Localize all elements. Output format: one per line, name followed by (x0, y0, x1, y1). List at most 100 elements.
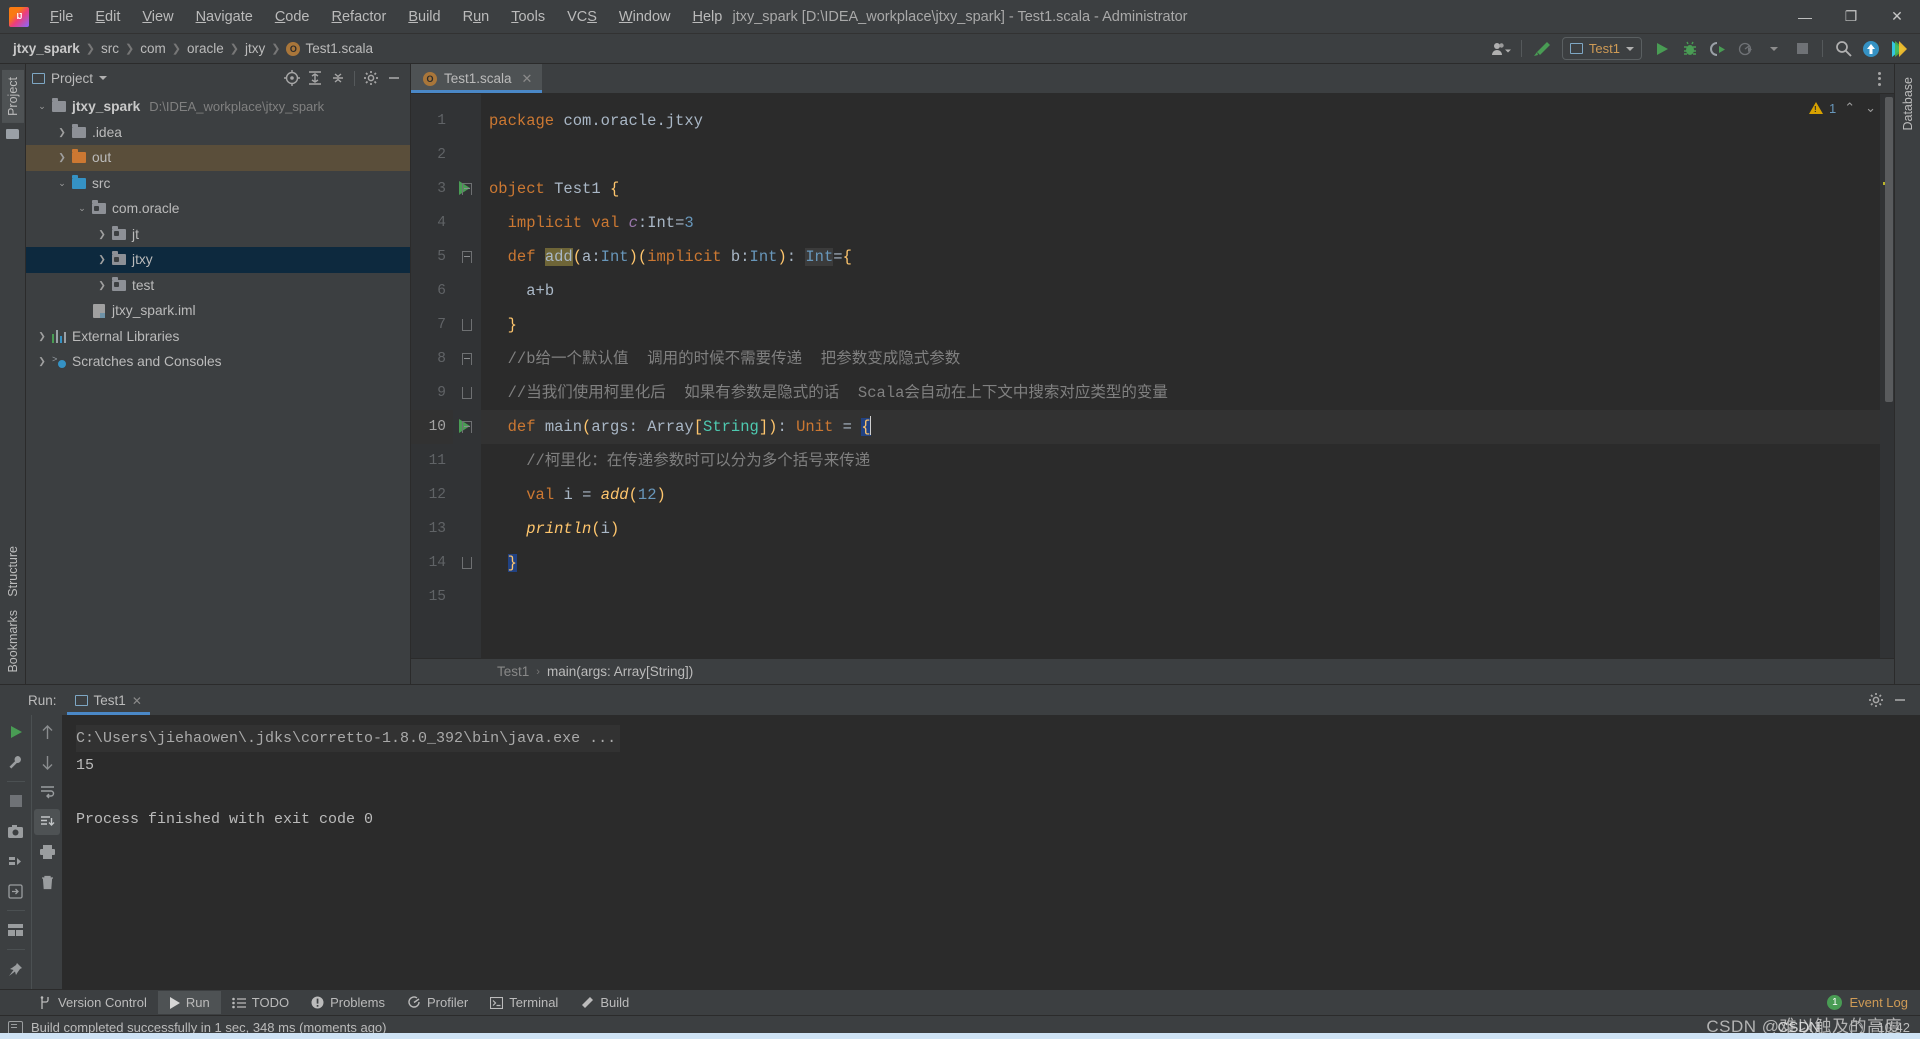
chevron-down-icon[interactable] (1761, 37, 1787, 61)
soft-wrap-icon[interactable] (34, 779, 60, 805)
breadcrumb-item-file[interactable]: O Test1.scala (281, 39, 378, 58)
editor-scrollbar-thumb[interactable] (1885, 97, 1893, 402)
breadcrumb-item-jtxy[interactable]: jtxy (240, 39, 270, 58)
tool-window-todo[interactable]: TODO (221, 991, 300, 1014)
event-log-area[interactable]: 1 Event Log (1827, 995, 1920, 1010)
chevron-down-icon[interactable]: ⌄ (34, 101, 50, 112)
menu-item-vcs[interactable]: VCS (556, 5, 608, 29)
fold-region-icon[interactable] (453, 172, 481, 206)
menu-item-edit[interactable]: Edit (84, 5, 131, 29)
chevron-down-icon[interactable]: ⌄ (1863, 100, 1878, 116)
editor-scrollbar-marker-track[interactable] (1880, 94, 1894, 658)
scroll-up-icon[interactable] (34, 719, 60, 745)
breadcrumb-item-src[interactable]: src (96, 39, 124, 58)
menu-item-view[interactable]: View (131, 5, 184, 29)
menu-item-file[interactable]: File (39, 5, 84, 29)
chevron-up-icon[interactable]: ⌃ (1842, 100, 1857, 116)
tree-item-idea[interactable]: ❯ .idea (26, 120, 410, 146)
tool-window-problems[interactable]: Problems (300, 991, 396, 1014)
tool-window-version-control[interactable]: Version Control (28, 991, 158, 1014)
profiler-icon[interactable] (1733, 37, 1759, 61)
chevron-down-icon[interactable]: ⌄ (74, 203, 90, 214)
hide-panel-icon[interactable] (384, 68, 404, 88)
run-session-tab[interactable]: Test1 ✕ (66, 688, 151, 715)
debug-icon[interactable] (1677, 37, 1703, 61)
collapse-all-icon[interactable] (328, 68, 348, 88)
update-project-icon[interactable] (1858, 37, 1884, 61)
chevron-right-icon[interactable]: ❯ (34, 331, 50, 342)
close-icon[interactable]: ✕ (132, 694, 142, 708)
menu-item-tools[interactable]: Tools (500, 5, 556, 29)
tree-item-external-libraries[interactable]: ❯ External Libraries (26, 324, 410, 350)
breadcrumb-item-oracle[interactable]: oracle (182, 39, 229, 58)
tree-item-test[interactable]: ❯ test (26, 273, 410, 299)
hide-panel-icon[interactable] (1890, 690, 1910, 710)
chevron-right-icon[interactable]: ❯ (94, 254, 110, 265)
trash-icon[interactable] (34, 869, 60, 895)
fold-region-end-icon[interactable] (453, 376, 481, 410)
minimize-button[interactable]: — (1782, 0, 1828, 34)
settings-gear-icon[interactable] (1866, 690, 1886, 710)
scroll-down-icon[interactable] (34, 749, 60, 775)
sidebar-tab-structure[interactable]: Structure (2, 539, 24, 604)
fold-region-end-icon[interactable] (453, 546, 481, 580)
code-editor[interactable]: 1 ⌃ ⌄ 1 2 3 4 5 6 7 8 9 10 11 12 (411, 94, 1894, 658)
tree-item-iml-file[interactable]: ❯ jtxy_spark.iml (26, 298, 410, 324)
menu-item-navigate[interactable]: Navigate (185, 5, 264, 29)
sidebar-tab-database[interactable]: Database (1897, 70, 1919, 138)
chevron-right-icon[interactable]: ❯ (94, 229, 110, 240)
layout-icon[interactable] (3, 917, 29, 943)
run-configuration-selector[interactable]: Test1 (1561, 37, 1642, 60)
tool-window-run[interactable]: Run (157, 991, 221, 1014)
inspection-widget[interactable]: 1 ⌃ ⌄ (1808, 100, 1878, 116)
camera-snapshot-icon[interactable] (3, 818, 29, 844)
tree-item-com-oracle[interactable]: ⌄ com.oracle (26, 196, 410, 222)
settings-gear-icon[interactable] (361, 68, 381, 88)
breadcrumb-member[interactable]: main(args: Array[String]) (547, 664, 693, 679)
ide-feature-icon[interactable] (1886, 37, 1912, 61)
tree-item-scratches-and-consoles[interactable]: ❯ Scratches and Consoles (26, 349, 410, 375)
build-hammer-icon[interactable] (1529, 37, 1555, 61)
stop-icon[interactable] (1789, 37, 1815, 61)
thread-dump-icon[interactable] (3, 848, 29, 874)
stop-icon[interactable] (3, 788, 29, 814)
breadcrumb-item-project[interactable]: jtxy_spark (8, 39, 85, 58)
chevron-right-icon[interactable]: ❯ (54, 127, 70, 138)
code-text-area[interactable]: package com.oracle.jtxy object Test1 { i… (481, 94, 1880, 658)
menu-item-run[interactable]: Run (452, 5, 501, 29)
editor-tab-test1-scala[interactable]: O Test1.scala ✕ (411, 64, 543, 93)
tree-item-out[interactable]: ❯ out (26, 145, 410, 171)
tree-item-jtxy-spark[interactable]: ⌄ jtxy_spark D:\IDEA_workplace\jtxy_spar… (26, 94, 410, 120)
run-with-coverage-icon[interactable] (1705, 37, 1731, 61)
tool-window-terminal[interactable]: Terminal (479, 991, 569, 1014)
menu-item-code[interactable]: Code (264, 5, 321, 29)
scroll-to-end-icon[interactable] (34, 809, 60, 835)
maximize-button[interactable]: ❐ (1828, 0, 1874, 34)
menu-item-refactor[interactable]: Refactor (321, 5, 398, 29)
fold-region-icon[interactable] (453, 410, 481, 444)
pin-icon[interactable] (3, 956, 29, 982)
run-icon[interactable] (1649, 37, 1675, 61)
tool-window-build[interactable]: Build (569, 991, 640, 1014)
chevron-down-icon[interactable]: ⌄ (54, 178, 70, 189)
chevron-right-icon[interactable]: ❯ (54, 152, 70, 163)
menu-item-build[interactable]: Build (397, 5, 451, 29)
tree-item-jtxy[interactable]: ❯ jtxy (26, 247, 410, 273)
print-icon[interactable] (34, 839, 60, 865)
chevron-down-icon[interactable] (99, 76, 108, 80)
sidebar-tab-bookmarks[interactable]: Bookmarks (2, 603, 24, 680)
chevron-right-icon[interactable]: ❯ (34, 356, 50, 367)
expand-all-icon[interactable] (305, 68, 325, 88)
fold-region-end-icon[interactable] (453, 308, 481, 342)
locate-icon[interactable] (282, 68, 302, 88)
sidebar-tab-project[interactable]: Project (1, 70, 24, 123)
editor-options-icon[interactable] (1873, 67, 1886, 91)
breadcrumb-item-com[interactable]: com (135, 39, 171, 58)
tree-item-jt[interactable]: ❯ jt (26, 222, 410, 248)
chevron-right-icon[interactable]: ❯ (94, 280, 110, 291)
tree-item-src[interactable]: ⌄ src (26, 171, 410, 197)
run-console-output[interactable]: C:\Users\jiehaowen\.jdks\corretto-1.8.0_… (62, 715, 1920, 989)
fold-region-icon[interactable] (453, 342, 481, 376)
close-button[interactable]: ✕ (1874, 0, 1920, 34)
menu-item-help[interactable]: Help (681, 5, 733, 29)
